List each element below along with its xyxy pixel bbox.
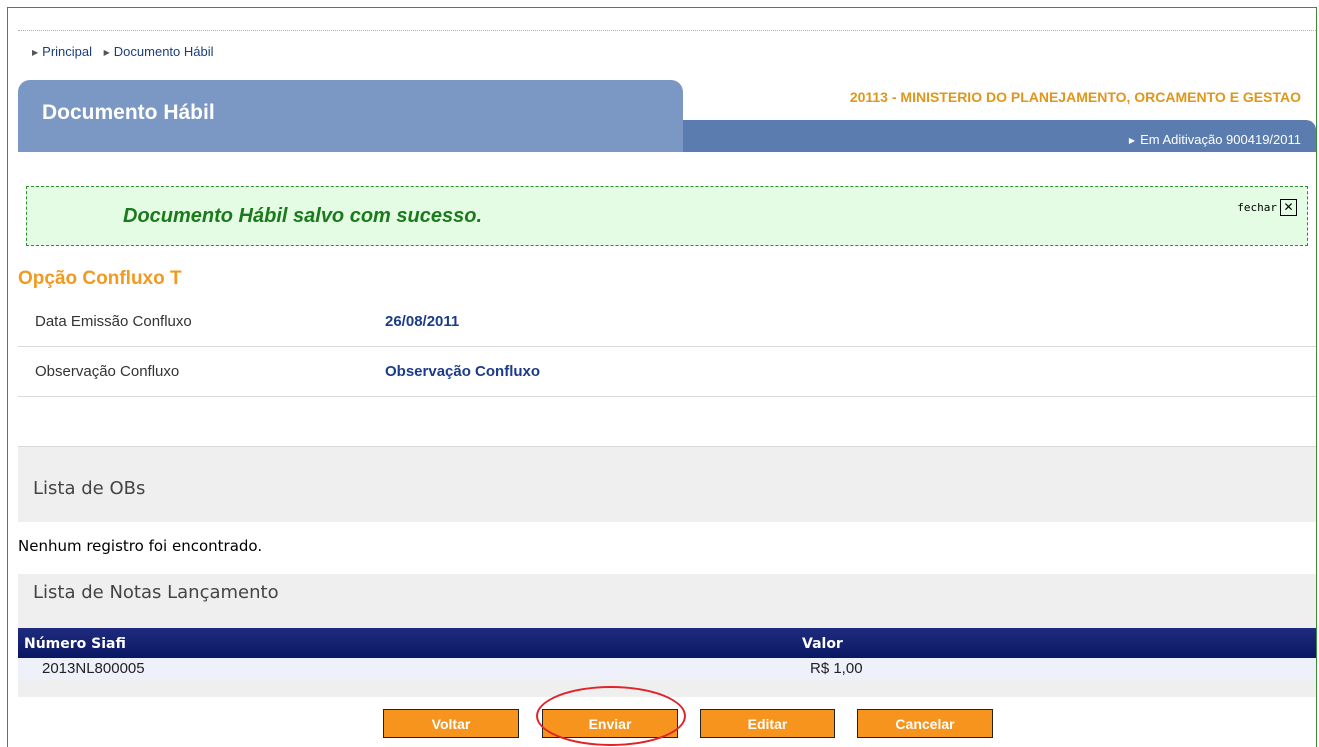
notes-list-title: Lista de Notas Lançamento (33, 582, 279, 603)
success-message: Documento Hábil salvo com sucesso. (123, 205, 482, 227)
organization-name: 20113 - MINISTERIO DO PLANEJAMENTO, ORCA… (849, 89, 1301, 105)
cell-numero-siafi: 2013NL800005 (42, 660, 145, 677)
field-label: Observação Confluxo (35, 363, 180, 380)
close-icon[interactable]: ✕ (1280, 199, 1297, 216)
table-row[interactable]: 2013NL800005 R$ 1,00 (18, 658, 1316, 680)
enviar-button[interactable]: Enviar (542, 709, 678, 738)
field-value: 26/08/2011 (385, 313, 460, 330)
cell-valor: R$ 1,00 (810, 660, 863, 677)
top-divider (18, 30, 1316, 31)
status-arrow-icon: ▶ (1128, 136, 1136, 145)
empty-message: Nenhum registro foi encontrado. (18, 537, 263, 555)
table-header: Número Siafi Valor (18, 628, 1316, 658)
success-message-box: Documento Hábil salvo com sucesso. fecha… (26, 186, 1308, 246)
field-value: Observação Confluxo (385, 363, 541, 380)
field-label: Data Emissão Confluxo (35, 313, 192, 330)
page-title: Documento Hábil (42, 101, 215, 124)
document-status: ▶ Em Aditivação 900419/2011 (1129, 132, 1301, 147)
close-message-button[interactable]: fechar ✕ (1237, 199, 1297, 216)
close-label: fechar (1237, 201, 1277, 214)
voltar-button[interactable]: Voltar (383, 709, 519, 738)
field-row-data-emissao: Data Emissão Confluxo 26/08/2011 (18, 297, 1316, 347)
breadcrumb-item-principal[interactable]: Principal (42, 44, 92, 59)
section-title: Opção Confluxo T (18, 268, 182, 289)
breadcrumb-arrow-icon: ▶ (103, 48, 110, 57)
status-label: Em Aditivação 900419/2011 (1140, 132, 1301, 147)
breadcrumb: ▶ Principal ▶ Documento Hábil (32, 44, 222, 59)
column-header-numero-siafi[interactable]: Número Siafi (24, 636, 126, 652)
field-row-observacao: Observação Confluxo Observação Confluxo (18, 347, 1316, 397)
editar-button[interactable]: Editar (700, 709, 835, 738)
breadcrumb-arrow-icon: ▶ (32, 48, 39, 57)
cancelar-button[interactable]: Cancelar (857, 709, 993, 738)
column-header-valor[interactable]: Valor (802, 636, 843, 652)
breadcrumb-item-documento-habil[interactable]: Documento Hábil (114, 44, 214, 59)
obs-list-title: Lista de OBs (33, 478, 146, 499)
